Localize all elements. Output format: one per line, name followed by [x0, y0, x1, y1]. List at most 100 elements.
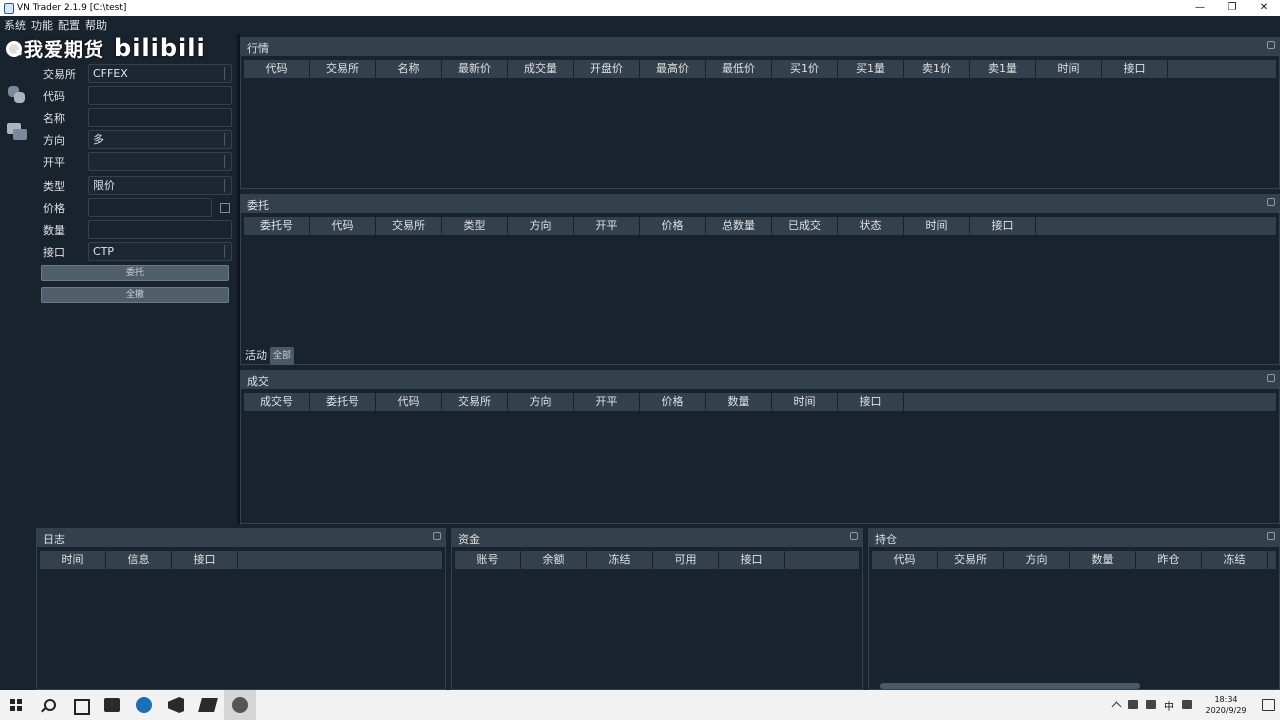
volume-input[interactable]	[88, 220, 232, 239]
col-header[interactable]: 开平	[574, 393, 640, 411]
gateway-combo[interactable]: CTP	[88, 242, 232, 261]
col-header[interactable]: 代码	[872, 551, 938, 569]
col-header[interactable]: 价格	[640, 217, 706, 235]
col-header[interactable]: 方向	[1004, 551, 1070, 569]
col-header[interactable]: 方向	[508, 393, 574, 411]
col-header[interactable]: 方向	[508, 217, 574, 235]
cancel-all-button[interactable]: 全撤	[41, 287, 229, 303]
python-icon[interactable]	[6, 84, 28, 106]
col-header[interactable]: 已成交	[772, 217, 838, 235]
dock-title: 行情	[241, 38, 1279, 56]
col-header[interactable]: 交易所	[938, 551, 1004, 569]
col-header[interactable]: 余额	[521, 551, 587, 569]
col-header[interactable]: 价格	[640, 393, 706, 411]
float-icon[interactable]	[850, 532, 858, 540]
app-icon	[2, 2, 14, 14]
col-header[interactable]: 昨仓	[1136, 551, 1202, 569]
exchange-combo[interactable]: CFFEX	[88, 64, 232, 83]
price-input[interactable]	[88, 198, 212, 217]
float-icon[interactable]	[1267, 41, 1275, 49]
symbol-input[interactable]	[88, 86, 232, 105]
col-header[interactable]: 接口	[970, 217, 1036, 235]
col-header[interactable]: 最高价	[640, 60, 706, 78]
menu-help[interactable]: 帮助	[85, 17, 107, 33]
file-explorer-icon[interactable]	[96, 690, 128, 720]
menu-system[interactable]: 系统	[4, 17, 26, 33]
direction-combo[interactable]: 多	[88, 130, 232, 149]
tab-all[interactable]: 全部	[270, 347, 295, 365]
col-header[interactable]: 时间	[772, 393, 838, 411]
col-header[interactable]: 时间	[1036, 60, 1102, 78]
col-header[interactable]: 数量	[706, 393, 772, 411]
col-header[interactable]: 账号	[455, 551, 521, 569]
windows-start-icon[interactable]	[0, 690, 32, 720]
col-header[interactable]: 交易所	[310, 60, 376, 78]
terminal-icon[interactable]	[192, 690, 224, 720]
search-icon[interactable]	[32, 690, 64, 720]
col-header[interactable]: 开平	[574, 217, 640, 235]
tab-active[interactable]: 活动	[242, 347, 270, 365]
col-header[interactable]: 接口	[838, 393, 904, 411]
keyboard-icon[interactable]	[1178, 690, 1196, 720]
col-header[interactable]: 冻结	[1202, 551, 1268, 569]
col-header[interactable]: 可用	[653, 551, 719, 569]
maximize-button[interactable]: ❐	[1216, 0, 1248, 16]
col-header[interactable]: 交易所	[442, 393, 508, 411]
col-header[interactable]: 冻结	[587, 551, 653, 569]
float-icon[interactable]	[1267, 532, 1275, 540]
send-order-button[interactable]: 委托	[41, 265, 229, 281]
network-icon[interactable]	[1124, 690, 1142, 720]
col-header[interactable]: 代码	[310, 217, 376, 235]
col-header[interactable]: 开盘价	[574, 60, 640, 78]
col-header[interactable]: 接口	[172, 551, 238, 569]
menu-config[interactable]: 配置	[58, 17, 80, 33]
col-header[interactable]: 成交量	[508, 60, 574, 78]
table-header: 委托号 代码 交易所 类型 方向 开平 价格 总数量 已成交 状态 时间 接口	[244, 217, 1276, 235]
edge-browser-icon[interactable]	[128, 690, 160, 720]
price-checkbox[interactable]	[220, 203, 230, 213]
col-header[interactable]: 数量	[1070, 551, 1136, 569]
float-icon[interactable]	[433, 532, 441, 540]
menu-function[interactable]: 功能	[31, 17, 53, 33]
ime-indicator[interactable]: 中	[1160, 698, 1178, 713]
col-header[interactable]: 最低价	[706, 60, 772, 78]
col-header[interactable]: 代码	[244, 60, 310, 78]
col-header[interactable]: 成交号	[244, 393, 310, 411]
col-header[interactable]: 信息	[106, 551, 172, 569]
close-button[interactable]: ✕	[1248, 0, 1280, 16]
col-header[interactable]: 总数量	[706, 217, 772, 235]
col-header[interactable]: 接口	[719, 551, 785, 569]
col-header[interactable]: 名称	[376, 60, 442, 78]
col-header[interactable]: 委托号	[244, 217, 310, 235]
notification-icon[interactable]	[1256, 690, 1280, 720]
horizontal-scrollbar[interactable]	[880, 683, 1140, 689]
col-header[interactable]: 卖1量	[970, 60, 1036, 78]
float-icon[interactable]	[1267, 374, 1275, 382]
field-label: 数量	[43, 223, 65, 237]
col-header[interactable]: 状态	[838, 217, 904, 235]
name-input[interactable]	[88, 108, 232, 127]
clock[interactable]: 18:34 2020/9/29	[1196, 694, 1256, 716]
volume-icon[interactable]	[1142, 690, 1160, 720]
col-header[interactable]: 买1价	[772, 60, 838, 78]
vscode-icon[interactable]	[160, 690, 192, 720]
col-header[interactable]: 类型	[442, 217, 508, 235]
col-header[interactable]: 时间	[40, 551, 106, 569]
col-header[interactable]: 接口	[1102, 60, 1168, 78]
col-header[interactable]: 委托号	[310, 393, 376, 411]
minimize-button[interactable]: —	[1184, 0, 1216, 16]
dock-title: 持仓	[869, 529, 1279, 547]
vntrader-taskbar-icon[interactable]	[224, 690, 256, 720]
col-header[interactable]: 买1量	[838, 60, 904, 78]
order-type-combo[interactable]: 限价	[88, 176, 232, 195]
float-icon[interactable]	[1267, 198, 1275, 206]
offset-combo[interactable]	[88, 152, 232, 171]
col-header[interactable]: 时间	[904, 217, 970, 235]
col-header[interactable]: 卖1价	[904, 60, 970, 78]
chevron-up-icon[interactable]	[1108, 690, 1124, 720]
chat-icon[interactable]	[6, 120, 28, 142]
col-header[interactable]: 最新价	[442, 60, 508, 78]
col-header[interactable]: 交易所	[376, 217, 442, 235]
task-view-icon[interactable]	[64, 690, 96, 720]
col-header[interactable]: 代码	[376, 393, 442, 411]
